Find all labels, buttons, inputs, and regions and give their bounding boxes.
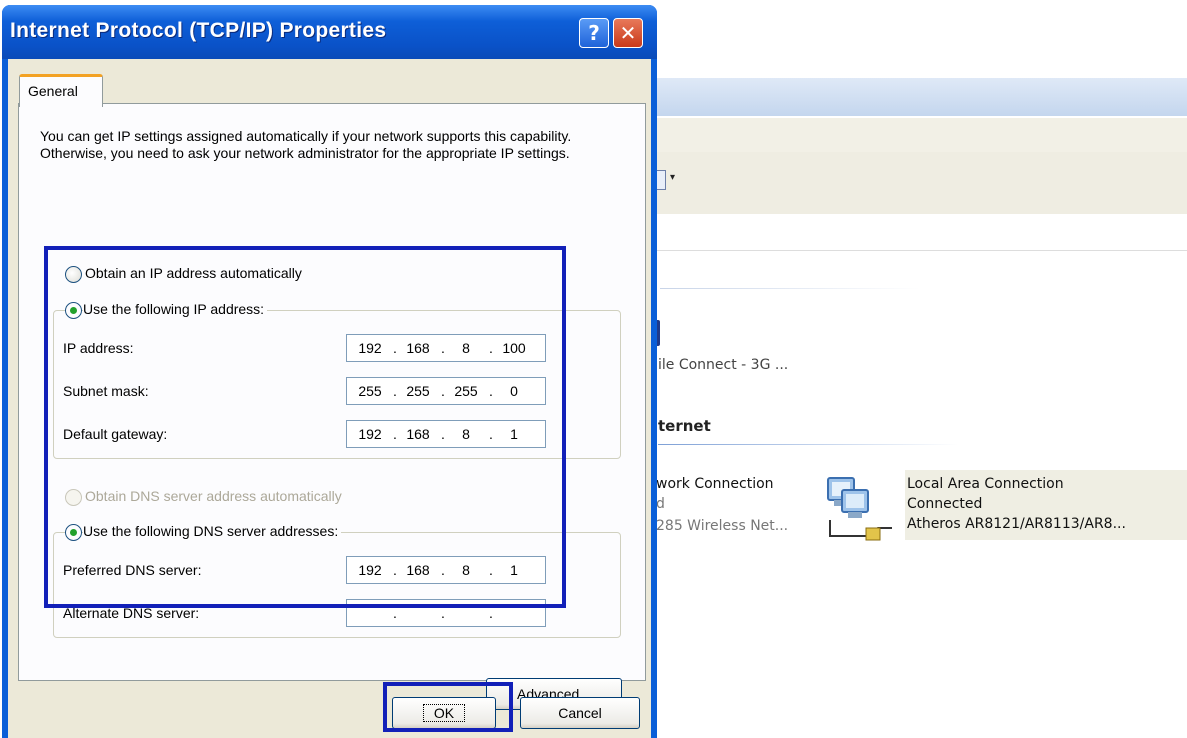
bg-window-addressbar xyxy=(640,214,1187,251)
bg-window-toolbar: ▾ xyxy=(640,152,1187,215)
local-area-connection-icon[interactable] xyxy=(820,470,900,550)
lan-connection-adapter[interactable]: Atheros AR8121/AR8113/AR8... xyxy=(907,516,1126,532)
highlight-box-ip-settings xyxy=(44,246,566,608)
lan-connection-name[interactable]: Local Area Connection xyxy=(907,476,1064,492)
intro-text: You can get IP settings assigned automat… xyxy=(40,128,572,161)
wireless-connection-status[interactable]: d xyxy=(656,496,665,512)
wireless-connection-adapter[interactable]: 285 Wireless Net... xyxy=(656,518,788,534)
lan-section-heading: ternet xyxy=(658,417,711,435)
views-dropdown-arrow-icon[interactable]: ▾ xyxy=(670,172,675,183)
tab-general-label: General xyxy=(28,83,78,99)
help-button[interactable]: ? xyxy=(579,18,609,48)
lan-connection-status[interactable]: Connected xyxy=(907,496,982,512)
lan-section-heading-underline xyxy=(658,444,958,445)
network-connections-window: ▾ ile Connect - 3G ... ternet work Conne… xyxy=(640,0,1187,738)
dialog-titlebar[interactable]: Internet Protocol (TCP/IP) Properties ? … xyxy=(2,5,657,59)
close-button[interactable]: ✕ xyxy=(613,18,643,48)
highlight-box-ok-button xyxy=(383,682,513,732)
dialog-title: Internet Protocol (TCP/IP) Properties xyxy=(10,19,387,42)
help-icon: ? xyxy=(588,21,600,45)
wireless-connection-name[interactable]: work Connection xyxy=(656,476,774,492)
mobile-connection-label[interactable]: ile Connect - 3G ... xyxy=(658,357,788,373)
bg-section-divider xyxy=(660,288,920,289)
tab-general[interactable]: General xyxy=(19,74,103,107)
bg-window-menubar xyxy=(640,118,1187,153)
close-icon: ✕ xyxy=(619,21,637,45)
bg-window-titlebar xyxy=(640,78,1187,116)
cancel-button[interactable]: Cancel xyxy=(520,697,640,729)
